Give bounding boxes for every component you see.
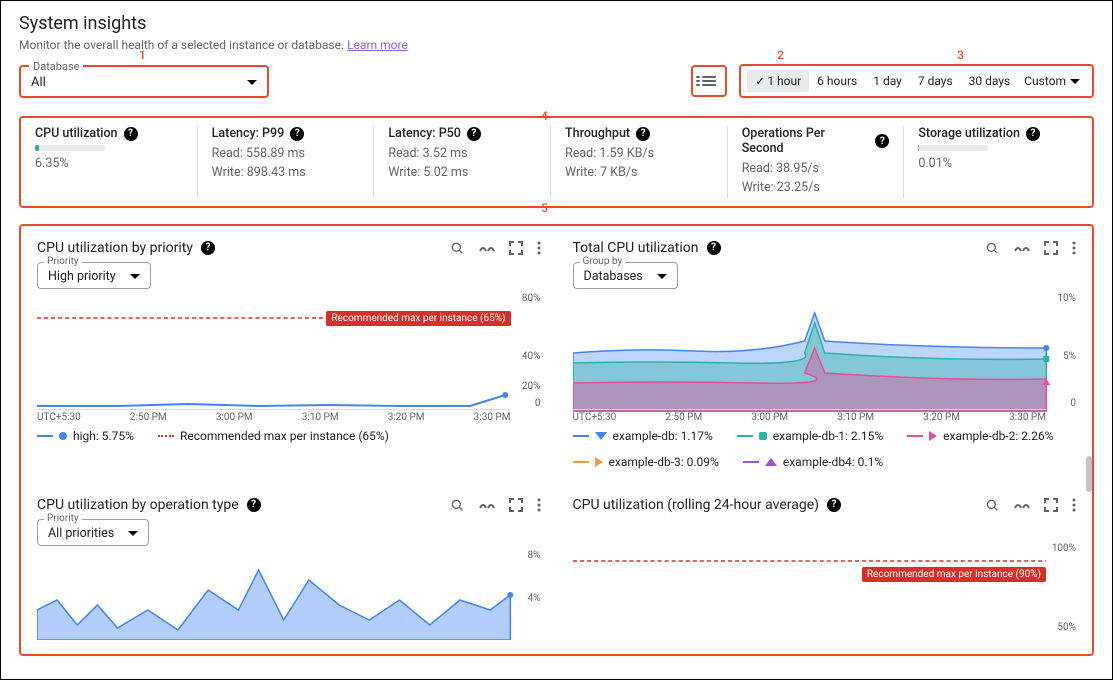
- fullscreen-icon[interactable]: [1044, 241, 1058, 255]
- chart-card-cpu-by-op-type: CPU utilization by operation type ? Prio…: [27, 489, 551, 648]
- annotation-5: 5: [541, 201, 548, 215]
- refresh-icon[interactable]: [449, 497, 465, 513]
- list-icon: [702, 74, 716, 88]
- more-icon[interactable]: [1072, 498, 1076, 512]
- metric-latency-p50: Latency: P50? Read: 3.52 ms Write: 5.02 …: [373, 126, 550, 198]
- database-select[interactable]: Database All: [19, 65, 269, 98]
- help-icon[interactable]: ?: [707, 241, 721, 255]
- x-axis: UTC+5:30 2:50 PM 3:00 PM 3:10 PM 3:20 PM…: [573, 409, 1047, 423]
- fullscreen-icon[interactable]: [509, 241, 523, 255]
- time-option-1d[interactable]: 1 day: [865, 70, 910, 92]
- fullscreen-icon[interactable]: [509, 498, 523, 512]
- time-option-6h[interactable]: 6 hours: [809, 70, 865, 92]
- page-title: System insights: [19, 13, 1094, 34]
- legend-item[interactable]: Recommended max per instance (65%): [158, 429, 389, 443]
- chart-plot: 80% 40% 20% 0 Recommended max per instan…: [37, 293, 541, 423]
- metric-storage: Storage utilization? 0.01%: [903, 126, 1080, 198]
- legend: high: 5.75% Recommended max per instance…: [37, 429, 541, 443]
- time-range-select: 1 hour 6 hours 1 day 7 days 30 days Cust…: [739, 64, 1094, 98]
- annotation-1: 1: [139, 48, 146, 62]
- metric-latency-p99: Latency: P99? Read: 558.89 ms Write: 898…: [197, 126, 374, 198]
- toolbar: 1 Database All 2 3 1 hour 6 hours 1 day …: [19, 64, 1094, 98]
- cpu-bar: [35, 145, 105, 151]
- chevron-down-icon: [130, 274, 140, 279]
- storage-bar: [918, 145, 988, 151]
- time-option-30d[interactable]: 30 days: [961, 70, 1019, 92]
- more-icon[interactable]: [537, 498, 541, 512]
- legend-item[interactable]: example-db4: 0.1%: [743, 455, 883, 469]
- legend: example-db: 1.17% example-db-1: 2.15% ex…: [573, 429, 1077, 469]
- fullscreen-icon[interactable]: [1044, 498, 1058, 512]
- help-icon[interactable]: ?: [636, 127, 650, 141]
- metric-throughput: Throughput? Read: 1.59 KB/s Write: 7 KB/…: [550, 126, 727, 198]
- chart-plot: 100% 50% Recommended max per instance (9…: [573, 543, 1077, 633]
- threshold-badge: Recommended max per instance (90%): [862, 567, 1046, 582]
- time-option-7d[interactable]: 7 days: [910, 70, 961, 92]
- legend-item[interactable]: example-db-2: 2.26%: [907, 429, 1053, 443]
- metric-ops: Operations Per Second? Read: 38.95/s Wri…: [727, 126, 904, 198]
- chevron-down-icon: [247, 80, 257, 85]
- priority-select[interactable]: Priority All priorities: [37, 519, 149, 546]
- annotation-3: 3: [957, 48, 964, 62]
- more-icon[interactable]: [537, 241, 541, 255]
- chart-plot: 8% 4%: [37, 550, 541, 640]
- time-option-custom[interactable]: Custom: [1018, 70, 1086, 92]
- help-icon[interactable]: ?: [1026, 127, 1040, 141]
- time-option-1h[interactable]: 1 hour: [747, 70, 809, 92]
- chevron-down-icon: [1070, 79, 1080, 84]
- priority-select[interactable]: Priority High priority: [37, 262, 151, 289]
- refresh-icon[interactable]: [984, 240, 1000, 256]
- legend-item[interactable]: example-db-1: 2.15%: [737, 429, 883, 443]
- legend-item[interactable]: example-db-3: 0.09%: [573, 455, 719, 469]
- help-icon[interactable]: ?: [827, 498, 841, 512]
- legend-toggle-icon[interactable]: [479, 242, 495, 254]
- chart-plot: 10% 5% 0 UTC+5:30 2:50 PM 3:00 PM: [573, 293, 1077, 423]
- help-icon[interactable]: ?: [124, 127, 138, 141]
- more-icon[interactable]: [1072, 241, 1076, 255]
- legend-toggle-icon[interactable]: [1014, 499, 1030, 511]
- legend-item[interactable]: example-db: 1.17%: [573, 429, 713, 443]
- help-icon[interactable]: ?: [247, 498, 261, 512]
- help-icon[interactable]: ?: [201, 241, 215, 255]
- groupby-select[interactable]: Group by Databases: [573, 262, 678, 289]
- x-axis: UTC+5:30 2:50 PM 3:00 PM 3:10 PM 3:20 PM…: [37, 409, 511, 423]
- legend-item[interactable]: high: 5.75%: [37, 429, 134, 443]
- charts-panel: CPU utilization by priority ? Priority H…: [19, 224, 1094, 656]
- learn-more-link[interactable]: Learn more: [347, 38, 408, 52]
- metric-cpu: CPU utilization? 6.35%: [33, 126, 197, 198]
- metrics-summary: CPU utilization? 6.35% Latency: P99? Rea…: [19, 116, 1094, 208]
- chart-card-total-cpu: Total CPU utilization ? Group by Databas…: [563, 232, 1087, 477]
- help-icon[interactable]: ?: [467, 127, 481, 141]
- page: System insights Monitor the overall heal…: [0, 0, 1113, 680]
- help-icon[interactable]: ?: [875, 134, 889, 148]
- scrollbar-thumb[interactable]: [1086, 456, 1092, 492]
- legend-toggle-icon[interactable]: [479, 499, 495, 511]
- chevron-down-icon: [657, 274, 667, 279]
- page-subtitle: Monitor the overall health of a selected…: [19, 38, 1094, 52]
- help-icon[interactable]: ?: [290, 127, 304, 141]
- chevron-down-icon: [128, 531, 138, 536]
- threshold-badge: Recommended max per instance (65%): [326, 311, 510, 326]
- annotation-2: 2: [777, 48, 784, 62]
- chart-card-cpu-by-priority: CPU utilization by priority ? Priority H…: [27, 232, 551, 477]
- legend-toggle-icon[interactable]: [1014, 242, 1030, 254]
- refresh-icon[interactable]: [449, 240, 465, 256]
- refresh-icon[interactable]: [984, 497, 1000, 513]
- chart-card-cpu-rolling: CPU utilization (rolling 24-hour average…: [563, 489, 1087, 648]
- list-view-toggle[interactable]: [691, 65, 727, 97]
